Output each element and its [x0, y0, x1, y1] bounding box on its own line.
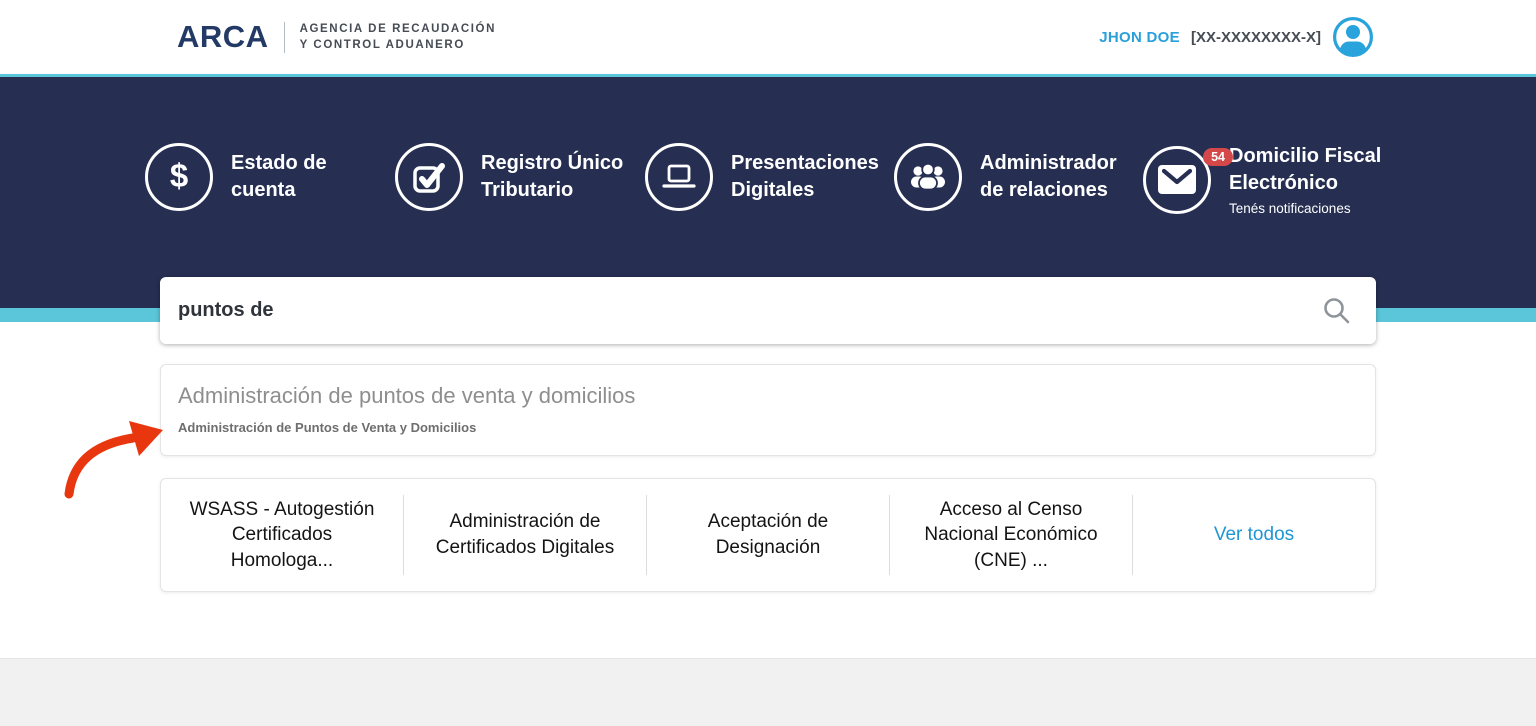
nav-item-label: Administrador de relaciones [980, 150, 1128, 204]
search-input[interactable] [178, 299, 1322, 322]
nav-item-administrador-de-relaciones[interactable]: Administrador de relaciones [894, 143, 1128, 211]
envelope-icon [1143, 146, 1211, 214]
arca-tagline-line2: Y CONTROL ADUANERO [300, 39, 465, 51]
nav-item-sublabel: Tenés notificaciones [1229, 201, 1389, 216]
people-group-icon [894, 143, 962, 211]
red-arrow-annotation [55, 416, 169, 500]
services-band: $ Estado de cuenta Registro Único Tribut… [0, 77, 1536, 308]
nav-item-domicilio-fiscal-electronico[interactable]: 54 Domicilio Fiscal Electrónico Tenés no… [1143, 143, 1389, 216]
dollar-glyph: $ [170, 157, 188, 197]
nav-item-label: Presentaciones Digitales [731, 150, 906, 204]
user-menu[interactable]: JHON DOE [XX-XXXXXXXX-X] [1099, 16, 1374, 58]
search-result-subtitle: Administración de Puntos de Venta y Domi… [178, 420, 1355, 435]
notification-badge: 54 [1203, 148, 1233, 167]
nav-item-presentaciones-digitales[interactable]: Presentaciones Digitales [645, 143, 906, 211]
user-id: [XX-XXXXXXXX-X] [1191, 29, 1321, 46]
user-name[interactable]: JHON DOE [1099, 29, 1180, 46]
arca-logo[interactable]: ARCA AGENCIA DE RECAUDACIÓN Y CONTROL AD… [177, 19, 496, 55]
search-result-title[interactable]: Administración de puntos de venta y domi… [178, 383, 1355, 409]
nav-item-estado-de-cuenta[interactable]: $ Estado de cuenta [145, 143, 331, 211]
arca-wordmark: ARCA [177, 19, 269, 55]
arca-tagline: AGENCIA DE RECAUDACIÓN Y CONTROL ADUANER… [300, 21, 496, 53]
arca-tagline-line1: AGENCIA DE RECAUDACIÓN [300, 23, 496, 35]
nav-item-label: Domicilio Fiscal Electrónico [1229, 143, 1389, 197]
arca-portal-page: ARCA AGENCIA DE RECAUDACIÓN Y CONTROL AD… [0, 0, 1536, 726]
quick-link-aceptacion-designacion[interactable]: Aceptación de Designación [647, 495, 890, 575]
top-header: ARCA AGENCIA DE RECAUDACIÓN Y CONTROL AD… [0, 0, 1536, 74]
quick-links-card: WSASS - Autogestión Certificados Homolog… [160, 478, 1376, 592]
nav-item-registro-unico-tributario[interactable]: Registro Único Tributario [395, 143, 633, 211]
quick-link-wsass[interactable]: WSASS - Autogestión Certificados Homolog… [161, 495, 404, 575]
dollar-icon: $ [145, 143, 213, 211]
nav-item-label: Estado de cuenta [231, 150, 331, 204]
quick-link-certificados-digitales[interactable]: Administración de Certificados Digitales [404, 495, 647, 575]
search-bar[interactable] [160, 277, 1376, 344]
user-avatar-icon[interactable] [1332, 16, 1374, 58]
ver-todos-link[interactable]: Ver todos [1133, 495, 1375, 575]
laptop-icon [645, 143, 713, 211]
nav-item-label: Registro Único Tributario [481, 150, 633, 204]
checkbox-check-icon [395, 143, 463, 211]
search-result-item[interactable]: Administración de puntos de venta y domi… [160, 364, 1376, 456]
quick-link-censo-nacional[interactable]: Acceso al Censo Nacional Económico (CNE)… [890, 495, 1133, 575]
logo-divider [284, 22, 285, 53]
search-icon[interactable] [1322, 296, 1352, 326]
footer [0, 658, 1536, 726]
